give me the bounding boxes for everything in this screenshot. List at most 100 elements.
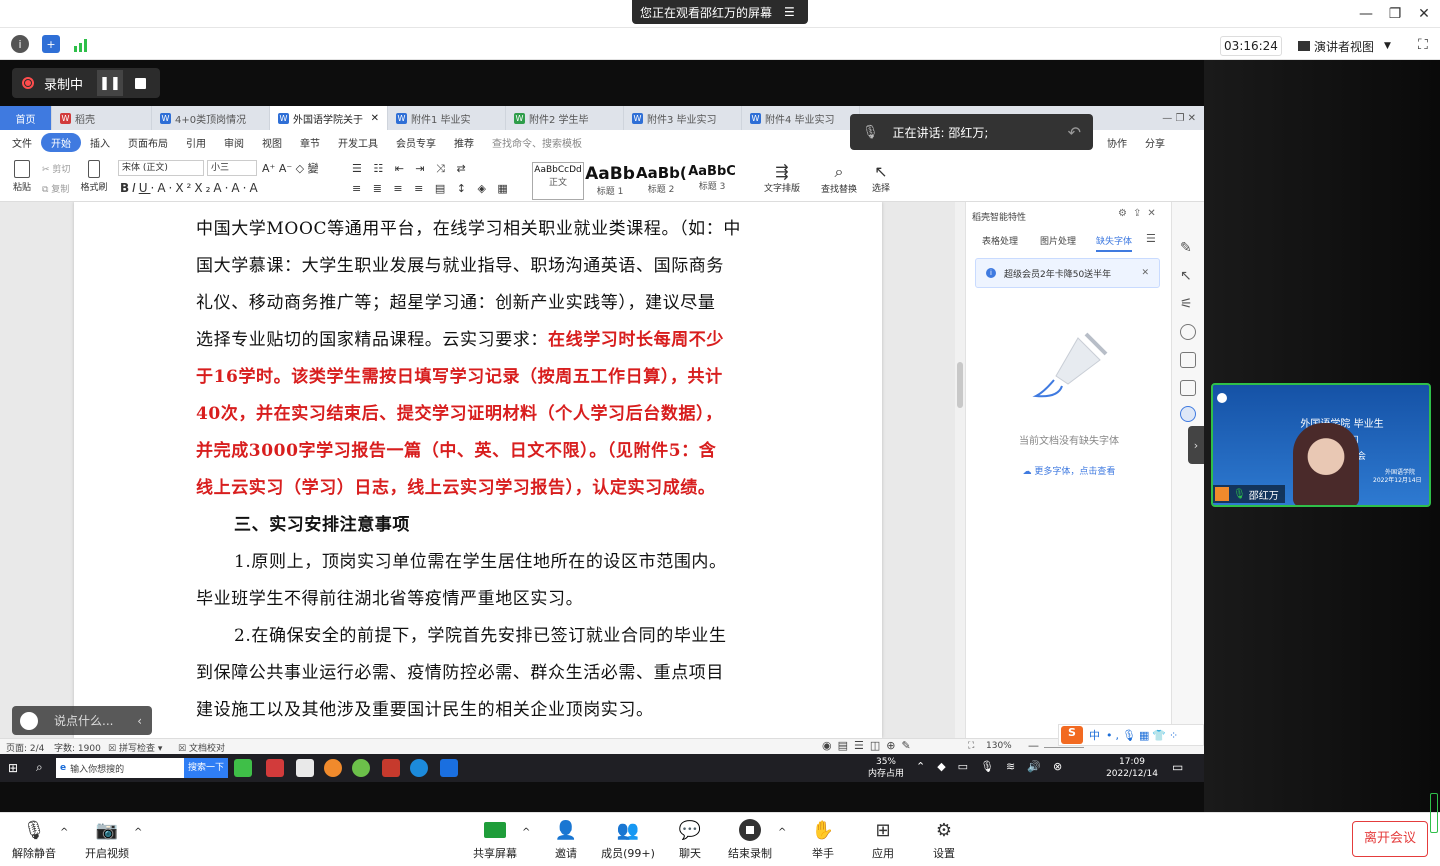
copy-button[interactable]: ⧉ 复制 (42, 182, 69, 195)
fullscreen-icon[interactable]: ⛶ (1418, 37, 1428, 53)
wps-icon[interactable] (266, 759, 284, 777)
scrollbar-thumb[interactable] (957, 362, 963, 408)
menu-item[interactable]: 章节 (291, 135, 329, 150)
command-search[interactable]: 查找命令、搜索模板 (483, 135, 591, 150)
close-icon[interactable]: ✕ (1141, 268, 1149, 278)
help-icon[interactable] (1180, 324, 1196, 340)
shield-icon[interactable]: + (42, 35, 60, 53)
minimize-icon[interactable]: — (1356, 4, 1376, 24)
select-button[interactable]: ↖ 选择 (866, 162, 896, 194)
document-tab[interactable]: W 外国语学院关于 ✕ (270, 106, 388, 130)
presenter-view-button[interactable]: 演讲者视图 ▼ (1298, 36, 1406, 56)
spell-check[interactable]: ☒ 拼写检查 ▾ (108, 741, 162, 754)
font-family-select[interactable]: 宋体 (正文) (118, 160, 204, 176)
windows-start-icon[interactable]: ⊞ (8, 761, 22, 775)
menu-icon[interactable]: ☰ (784, 5, 795, 19)
grow-font-icon[interactable]: A⁺ A⁻ ◇ 變 (262, 160, 319, 176)
share-button[interactable]: 分享 (1136, 139, 1174, 150)
smart-feature-icon[interactable] (1180, 406, 1196, 422)
paste-button[interactable]: 粘贴 (8, 160, 36, 193)
menu-item[interactable]: 开发工具 (329, 135, 387, 150)
chevron-up-icon[interactable]: ^ (522, 827, 530, 838)
chat-input[interactable]: 说点什么... ‹ (12, 706, 152, 735)
document-paragraph-line[interactable]: 礼仪、移动商务推广等；超星学习通：创新产业实践等），建议尽量 (196, 288, 716, 313)
vertical-scrollbar[interactable] (955, 202, 965, 738)
raise-hand-button[interactable]: ✋ 举手 (804, 817, 842, 861)
robot-icon[interactable] (1180, 352, 1196, 368)
signal-icon[interactable] (73, 37, 89, 52)
adjust-icon[interactable]: ⚟ (1180, 296, 1196, 312)
tab-table-processing[interactable]: 表格处理 (982, 234, 1018, 247)
more-fonts-link[interactable]: ☁ 更多字体，点击查看 (966, 464, 1172, 477)
menu-item[interactable]: 文件 (0, 135, 41, 150)
document-paragraph-line[interactable]: 40次，并在实习结束后、提交学习证明材料（个人学习后台数据）， (196, 399, 723, 424)
document-tab[interactable]: W 附件1 毕业实 (388, 106, 506, 130)
chevron-up-icon[interactable]: ^ (134, 827, 142, 838)
zoom-slider[interactable] (1044, 747, 1084, 748)
style-heading2[interactable]: AaBb( 标题 2 (636, 162, 687, 200)
app-icon[interactable] (382, 759, 400, 777)
wechat-icon[interactable] (234, 759, 252, 777)
menu-item[interactable]: 插入 (81, 135, 119, 150)
taskbar-clock[interactable]: 17:09 2022/12/14 (1100, 756, 1164, 780)
text-layout-button[interactable]: ⇶ 文字排版 (760, 162, 804, 194)
zoom-out-icon[interactable]: — (1028, 739, 1039, 752)
members-button[interactable]: 👥 成员(99+) (600, 817, 656, 861)
restore-icon[interactable]: ❐ (1385, 4, 1405, 24)
document-paragraph-line[interactable]: 三、实习安排注意事项 (234, 510, 410, 535)
document-paragraph-line[interactable]: 线上云实习（学习）日志，线上云实习学习报告），认定实习成绩。 (196, 473, 716, 498)
format-painter-button[interactable]: 格式刷 (80, 160, 108, 193)
style-heading3[interactable]: AaBbC 标题 3 (687, 162, 737, 200)
end-recording-button[interactable]: 结束录制 (724, 817, 776, 861)
unmute-button[interactable]: 🎙 解除静音 (8, 817, 60, 861)
menu-item[interactable]: 引用 (177, 135, 215, 150)
pointer-icon[interactable]: ↖ (1180, 268, 1196, 284)
tray-icons[interactable]: ⌃◆▭🎙≋🔊⊗ (916, 760, 1074, 773)
menu-item[interactable]: 开始 (41, 132, 81, 152)
close-icon[interactable]: ✕ (371, 113, 379, 124)
cut-button[interactable]: ✂ 剪切 (42, 162, 70, 175)
window-controls[interactable]: — ❐ ✕ (1162, 106, 1204, 130)
document-paragraph-line[interactable]: 中国大学MOOC等通用平台，在线学习相关职业就业类课程。（如：中 (196, 214, 741, 239)
menu-item[interactable]: 视图 (253, 135, 291, 150)
menu-item[interactable]: 审阅 (215, 135, 253, 150)
document-paragraph-line[interactable]: 国大学慕课：大学生职业发展与就业指导、职场沟通英语、国际商务 (196, 251, 724, 276)
document-paragraph-line[interactable]: 并完成3000字学习报告一篇（中、英、日文不限）。（见附件5：含 (196, 436, 716, 461)
stop-icon[interactable] (127, 70, 153, 96)
participant-video-tile[interactable]: 外国语学院 毕业生 顶岗 习 毕业论文 员大会 外国语学院 2022年12月14… (1211, 383, 1431, 507)
font-size-select[interactable]: 小三 (207, 160, 257, 176)
member-notice[interactable]: i 超级会员2年卡降50送半年 ✕ (975, 258, 1160, 288)
chevron-up-icon[interactable]: ^ (778, 827, 786, 838)
proofread[interactable]: ☒ 文档校对 (178, 741, 225, 754)
zoom-fit-icon[interactable]: ⛶ (968, 741, 974, 751)
style-heading1[interactable]: AaBb 标题 1 (585, 162, 635, 200)
zoom-level[interactable]: 130% (986, 741, 1012, 751)
notification-icon[interactable]: ▭ (1172, 760, 1183, 774)
document-paragraph-line[interactable]: 选择专业贴切的国家精品课程。云实习要求：在线学习时长每周不少 (196, 325, 724, 350)
collapse-video-button[interactable]: › (1188, 426, 1204, 464)
document-tab[interactable]: W 4+0类顶岗情况 (152, 106, 270, 130)
view-mode-icons[interactable]: ◉▤☰◫⊕✎ (822, 739, 917, 752)
invite-button[interactable]: 👤 邀请 (546, 817, 586, 861)
settings-button[interactable]: ⚙ 设置 (924, 817, 964, 861)
share-banner[interactable]: 您正在观看邵红万的屏幕 ☰ (632, 0, 808, 24)
meeting-app-icon[interactable] (440, 759, 458, 777)
document-paragraph-line[interactable]: 毕业班学生不得前往湖北省等疫情严重地区实习。 (196, 584, 583, 609)
list-icons[interactable]: ☰ ☷ ⇤ ⇥ ⤨ ⇄ (352, 162, 470, 176)
book-icon[interactable] (1180, 380, 1196, 396)
document-paragraph-line[interactable]: 建设施工以及其他涉及重要国计民生的相关企业顶岗实习。 (196, 695, 654, 720)
memory-usage[interactable]: 35% 内存占用 (864, 756, 908, 780)
collaborate-button[interactable]: 协作 (1098, 139, 1136, 150)
menu-item[interactable]: 页面布局 (119, 135, 177, 150)
document-paragraph-line[interactable]: 到保障公共事业运行必需、疫情防控必需、群众生活必需、重点项目 (196, 658, 724, 683)
close-icon[interactable]: ✕ (1414, 4, 1434, 24)
undo-icon[interactable]: ↶ (1068, 123, 1081, 142)
more-menu-icon[interactable]: ☰ (1146, 232, 1156, 245)
start-video-button[interactable]: 📷 开启视频 (80, 817, 134, 861)
menu-item[interactable]: 会员专享 (387, 135, 445, 150)
panel-controls[interactable]: ⚙⇪✕ (1118, 208, 1162, 219)
emoji-icon[interactable] (20, 711, 38, 730)
info-icon[interactable]: i (11, 35, 29, 53)
document-tab[interactable]: W 稻壳 (52, 106, 152, 130)
leave-meeting-button[interactable]: 离开会议 (1352, 821, 1428, 857)
